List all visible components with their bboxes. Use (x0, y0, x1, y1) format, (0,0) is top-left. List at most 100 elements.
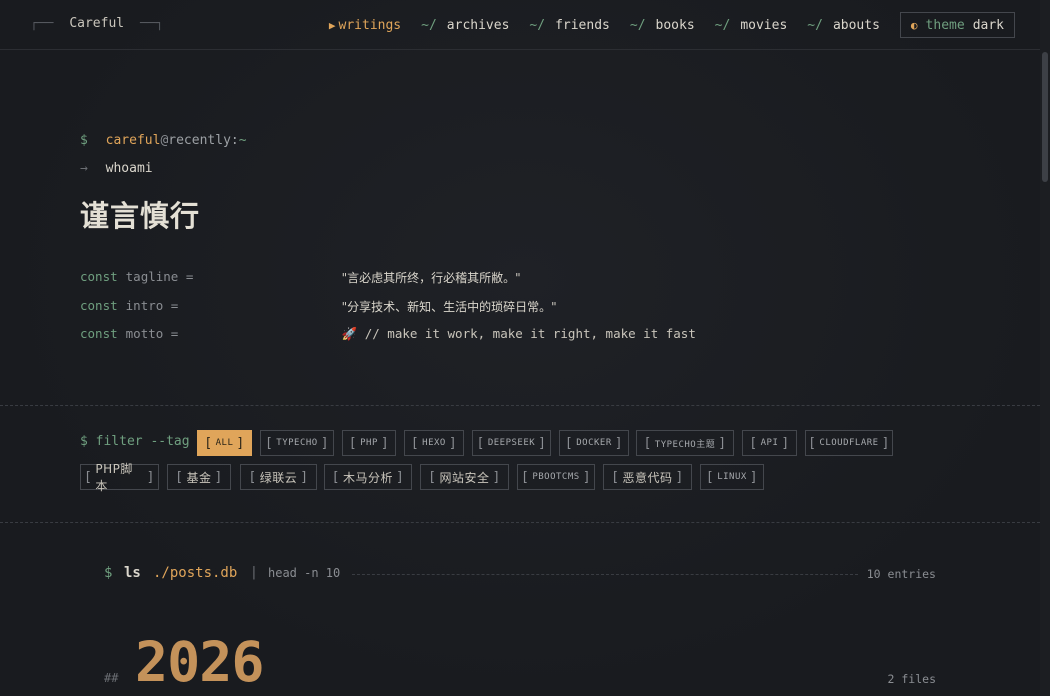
shell-prompt: $ careful@recently:~ (80, 133, 247, 148)
tag-label: TYPECHO (276, 438, 318, 448)
tag-malicious-code[interactable]: [恶意代码] (603, 464, 692, 490)
nav-archives[interactable]: ~/ archives (421, 13, 509, 38)
const-value: "言必虑其所终，行必稽其所敝。" (341, 271, 521, 285)
page-title: 谨言慎行 (80, 199, 201, 233)
year-hash: ## (104, 671, 119, 685)
tag-label: ALL (215, 438, 234, 448)
tag-label: LINUX (717, 472, 747, 482)
tag-label: 基金 (186, 470, 212, 485)
tag-label: CLOUDFLARE (819, 438, 879, 448)
prompt-host: recently: (168, 133, 239, 148)
brand[interactable]: ┌── Careful ──┐ (30, 16, 163, 31)
tag-php-script[interactable]: [PHP脚本] (80, 462, 159, 493)
section-divider (0, 522, 1040, 523)
scrollbar-thumb[interactable] (1042, 52, 1048, 182)
tag-label: 网站安全 (439, 470, 490, 485)
section-divider (0, 405, 1040, 406)
tag-trojan-analysis[interactable]: [木马分析] (324, 464, 412, 490)
const-name: tagline = (125, 269, 194, 284)
nav-label: movies (740, 17, 788, 33)
brand-right-ornament: ──┐ (139, 16, 164, 31)
const-name: motto = (125, 326, 179, 341)
entries-count: 10 entries (866, 567, 936, 581)
tag-label: DOCKER (576, 438, 612, 448)
listing-pipe: | (250, 565, 258, 580)
tag-all[interactable]: [ALL] (197, 430, 252, 456)
tag-api[interactable]: [API] (742, 430, 797, 456)
tag-cloudflare[interactable]: [CLOUDFLARE] (805, 430, 893, 456)
tag-docker[interactable]: [DOCKER] (559, 430, 629, 456)
listing-file: ./posts.db (153, 565, 238, 581)
tag-label: 木马分析 (342, 470, 393, 485)
tag-label: API (760, 438, 779, 448)
nav-friends[interactable]: ~/ friends (529, 13, 609, 38)
tag-label: PHP脚本 (95, 462, 133, 493)
brand-name: Careful (69, 16, 125, 31)
half-circle-icon: ◐ (910, 18, 918, 32)
tag-typecho-theme[interactable]: [TYPECHO主题] (636, 430, 734, 456)
nav-prefix: ~/ (421, 17, 437, 33)
tag-deepseek[interactable]: [DEEPSEEK] (472, 430, 551, 456)
scrollbar[interactable] (1040, 0, 1050, 696)
tag-hexo[interactable]: [HEXO] (404, 430, 464, 456)
nav-prefix: ~/ (629, 17, 646, 33)
whoami-command: → whoami (80, 161, 153, 176)
const-motto: const motto = 🚀 // make it work, make it… (80, 326, 696, 342)
theme-toggle-button[interactable]: ◐ theme dark (899, 12, 1015, 38)
nav-prefix: ~/ (807, 17, 823, 33)
tag-label: 绿联云 (259, 470, 298, 485)
prompt-path: ~ (238, 133, 247, 148)
const-tagline: const tagline = "言必虑其所终，行必稽其所敝。" (80, 269, 521, 286)
listing-command: ls (124, 565, 141, 581)
const-keyword: const (80, 269, 118, 284)
site-header: ┌── Careful ──┐ ▶ writings ~/ archives ~… (0, 0, 1040, 50)
const-name: intro = (125, 298, 179, 313)
posts-listing-header: $ ls ./posts.db | head -n 10 10 entries (104, 565, 936, 583)
files-count: 2 files (887, 672, 936, 686)
tag-label: 恶意代码 (622, 470, 673, 485)
tag-pbootcms[interactable]: [PBOOTCMS] (517, 464, 595, 490)
command-text: whoami (105, 161, 153, 176)
prompt-user: careful (105, 133, 161, 148)
nav-prefix: ~/ (714, 17, 731, 33)
filter-label: $ filter --tag (80, 434, 190, 449)
play-icon: ▶ (328, 18, 336, 32)
listing-head: head -n 10 (268, 566, 341, 580)
nav-label: writings (338, 17, 402, 33)
const-keyword: const (80, 326, 118, 341)
tag-label: PBOOTCMS (532, 472, 580, 482)
const-intro: const intro = "分享技术、新知、生活中的琐碎日常。" (80, 298, 557, 315)
arrow-right-icon: → (80, 161, 88, 176)
nav-books[interactable]: ~/ books (630, 13, 695, 38)
theme-word: theme (925, 17, 965, 33)
const-value: "分享技术、新知、生活中的琐碎日常。" (341, 300, 557, 314)
tag-web-security[interactable]: [网站安全] (420, 464, 509, 490)
tag-linux[interactable]: [LINUX] (700, 464, 764, 490)
tag-fund[interactable]: [基金] (167, 464, 231, 490)
tag-php[interactable]: [PHP] (342, 430, 396, 456)
const-value: 🚀 // make it work, make it right, make i… (341, 326, 696, 341)
theme-value: dark (972, 17, 1004, 33)
nav-label: archives (446, 17, 510, 33)
year-group: ## 2026 2 files (104, 630, 936, 696)
const-keyword: const (80, 298, 118, 313)
main-nav: ▶ writings ~/ archives ~/ friends ~/ boo… (329, 12, 1015, 38)
year-heading: 2026 (135, 630, 264, 694)
tag-label: DEEPSEEK (487, 438, 536, 448)
nav-prefix: ~/ (529, 17, 546, 33)
nav-movies[interactable]: ~/ movies (715, 13, 788, 38)
nav-abouts[interactable]: ~/ abouts (807, 13, 880, 38)
nav-label: abouts (832, 17, 880, 33)
tag-label: TYPECHO主题 (654, 439, 716, 450)
nav-label: friends (555, 17, 610, 33)
listing-separator (352, 574, 858, 575)
tag-label: PHP (360, 438, 378, 448)
prompt-dollar: $ (80, 133, 88, 148)
tag-label: HEXO (422, 438, 446, 448)
nav-writings[interactable]: ▶ writings (329, 13, 401, 38)
brand-left-ornament: ┌── (30, 16, 54, 31)
listing-dollar: $ (104, 565, 113, 581)
tag-typecho[interactable]: [TYPECHO] (260, 430, 334, 456)
tag-ugreen-cloud[interactable]: [绿联云] (240, 464, 317, 490)
nav-label: books (655, 17, 695, 33)
